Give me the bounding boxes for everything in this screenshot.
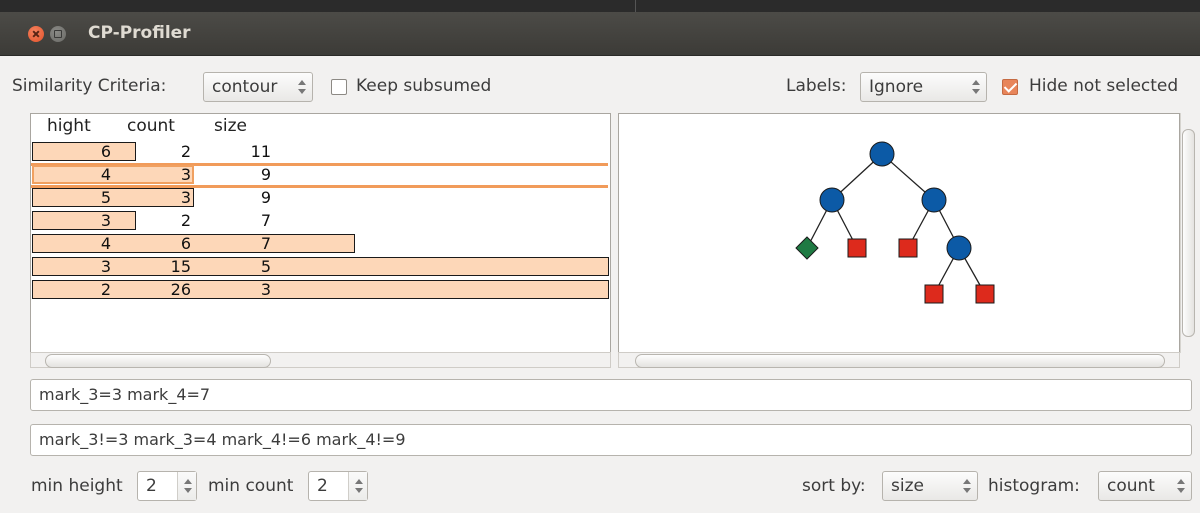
cell-hight: 2 (100, 280, 111, 299)
cell-hight: 6 (100, 142, 111, 161)
min-height-label: min height (31, 476, 123, 496)
cell-hight: 3 (100, 211, 111, 230)
keep-subsumed-checkbox[interactable] (331, 79, 347, 95)
histogram-bar (32, 280, 609, 299)
tree-vscroll-thumb[interactable] (1182, 129, 1195, 337)
cell-size: 7 (260, 211, 271, 230)
spin-arrows-icon[interactable] (348, 472, 367, 500)
updown-arrows-icon (1177, 478, 1185, 494)
labels-value: Ignore (869, 77, 924, 97)
table-row[interactable]: 6 2 11 (31, 142, 608, 162)
solution-node[interactable] (795, 236, 819, 260)
histogram-label: histogram: (988, 476, 1080, 496)
cell-count: 2 (180, 142, 191, 161)
column-header-size[interactable]: size (214, 116, 247, 136)
min-height-value: 2 (146, 476, 157, 496)
sort-by-value: size (891, 476, 924, 496)
cell-size: 5 (260, 257, 271, 276)
cell-count: 6 (180, 234, 191, 253)
sort-by-label: sort by: (802, 476, 866, 496)
notequal-filter-text: mark_3!=3 mark_3=4 mark_4!=6 mark_4!=9 (39, 430, 406, 449)
cell-count: 3 (180, 188, 191, 207)
restore-window-icon[interactable] (50, 26, 66, 42)
failed-node[interactable] (924, 284, 944, 304)
cell-size: 11 (250, 142, 271, 161)
histogram-value: count (1107, 476, 1155, 496)
cell-hight: 4 (100, 165, 111, 184)
hide-not-selected-checkbox[interactable] (1002, 79, 1018, 95)
failed-node[interactable] (975, 284, 995, 304)
tree-view[interactable] (618, 113, 1180, 353)
histogram-select[interactable]: count (1098, 471, 1192, 501)
subtree-table[interactable]: hight count size 6 2 11 4 3 9 5 3 9 3 2 7 4 6 7 3 15 5 2 26… (30, 113, 611, 353)
cell-hight: 4 (100, 234, 111, 253)
sort-by-select[interactable]: size (882, 471, 978, 501)
cell-count: 2 (180, 211, 191, 230)
branch-node[interactable] (946, 235, 972, 261)
table-row[interactable]: 4 6 7 (31, 234, 608, 254)
table-row[interactable]: 2 26 3 (31, 280, 609, 300)
column-header-count[interactable]: count (127, 116, 175, 136)
tree-scroll-thumb[interactable] (635, 354, 1165, 368)
labels-label: Labels: (786, 76, 847, 96)
updown-arrows-icon (298, 79, 306, 95)
window-title: CP-Profiler (88, 23, 191, 43)
close-window-icon[interactable] (28, 26, 44, 42)
keep-subsumed-label: Keep subsumed (356, 76, 492, 96)
panel-seam (635, 0, 636, 12)
table-row[interactable]: 3 15 5 (31, 257, 609, 277)
top-strip (0, 0, 1200, 12)
table-row[interactable]: 5 3 9 (31, 188, 608, 208)
histogram-bar (32, 257, 609, 276)
min-count-value: 2 (317, 476, 328, 496)
updown-arrows-icon (972, 79, 980, 95)
equal-filter-field[interactable]: mark_3=3 mark_4=7 (30, 379, 1192, 411)
cell-count: 15 (170, 257, 191, 276)
min-count-label: min count (208, 476, 294, 496)
branch-node[interactable] (921, 187, 947, 213)
column-header-hight[interactable]: hight (47, 116, 91, 136)
table-scroll-thumb[interactable] (45, 354, 271, 368)
equal-filter-text: mark_3=3 mark_4=7 (39, 385, 211, 404)
min-count-spinbox[interactable]: 2 (308, 471, 368, 501)
tree-canvas (795, 141, 995, 304)
failed-node[interactable] (898, 238, 918, 258)
branch-node[interactable] (819, 187, 845, 213)
similarity-criteria-select[interactable]: contour (203, 72, 313, 102)
spin-arrows-icon[interactable] (177, 472, 196, 500)
cell-size: 3 (260, 280, 271, 299)
cell-hight: 3 (100, 257, 111, 276)
table-row[interactable]: 3 2 7 (31, 211, 608, 231)
cell-hight: 5 (100, 188, 111, 207)
notequal-filter-field[interactable]: mark_3!=3 mark_3=4 mark_4!=6 mark_4!=9 (30, 424, 1192, 456)
cell-size: 9 (260, 165, 271, 184)
tree-vertical-scrollbar[interactable] (1180, 113, 1195, 353)
table-horizontal-scrollbar[interactable] (30, 352, 611, 368)
cell-count: 26 (170, 280, 191, 299)
cell-size: 9 (260, 188, 271, 207)
cell-count: 3 (180, 165, 191, 184)
title-bar: CP-Profiler (0, 12, 1200, 56)
failed-node[interactable] (847, 238, 867, 258)
min-height-spinbox[interactable]: 2 (137, 471, 197, 501)
similarity-criteria-value: contour (212, 77, 278, 97)
updown-arrows-icon (963, 478, 971, 494)
hide-not-selected-label: Hide not selected (1029, 76, 1179, 96)
tree-horizontal-scrollbar[interactable] (618, 352, 1180, 368)
branch-node[interactable] (869, 141, 895, 167)
similarity-criteria-label: Similarity Criteria: (12, 76, 167, 96)
labels-select[interactable]: Ignore (860, 72, 987, 102)
table-row[interactable]: 4 3 9 (31, 163, 608, 188)
cell-size: 7 (260, 234, 271, 253)
